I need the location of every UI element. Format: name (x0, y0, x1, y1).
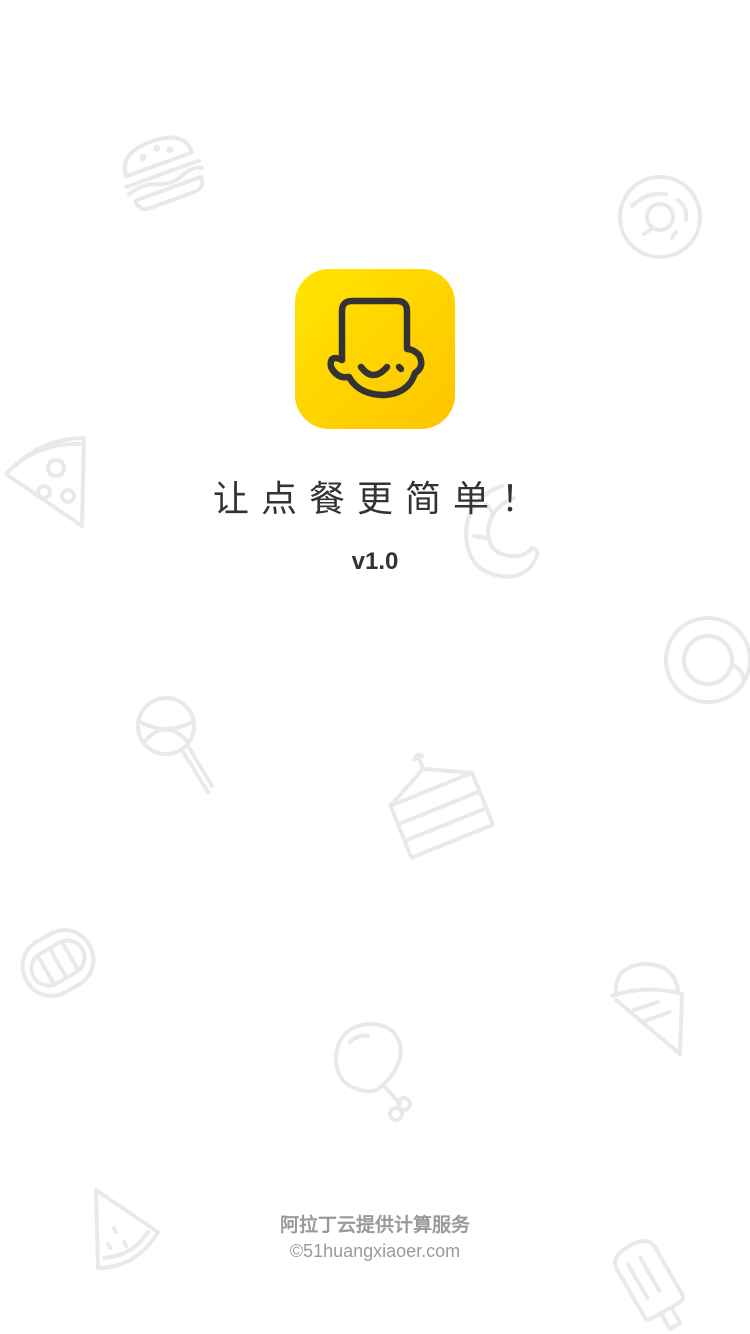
app-slogan: 让点餐更简单！ (212, 479, 549, 520)
splash-screen: 让点餐更简单！ v1.0 阿拉丁云提供计算服务 ©51huangxiaoer.c… (0, 0, 750, 1334)
burger-icon (122, 135, 205, 211)
cake-slice-icon (388, 752, 496, 860)
ice-cream-cone-icon (610, 962, 684, 1056)
copyright-text: ©51huangxiaoer.com (289, 1241, 461, 1261)
hotdog-icon (20, 928, 96, 998)
chef-face-icon (327, 297, 425, 399)
app-logo (295, 269, 455, 429)
cloud-provider-text: 阿拉丁云提供计算服务 (279, 1214, 470, 1236)
donut-icon (618, 175, 702, 259)
lollipop-icon (136, 696, 214, 794)
egg-icon (664, 616, 750, 704)
chicken-leg-icon (334, 1022, 412, 1122)
app-version: v1.0 (351, 548, 399, 575)
